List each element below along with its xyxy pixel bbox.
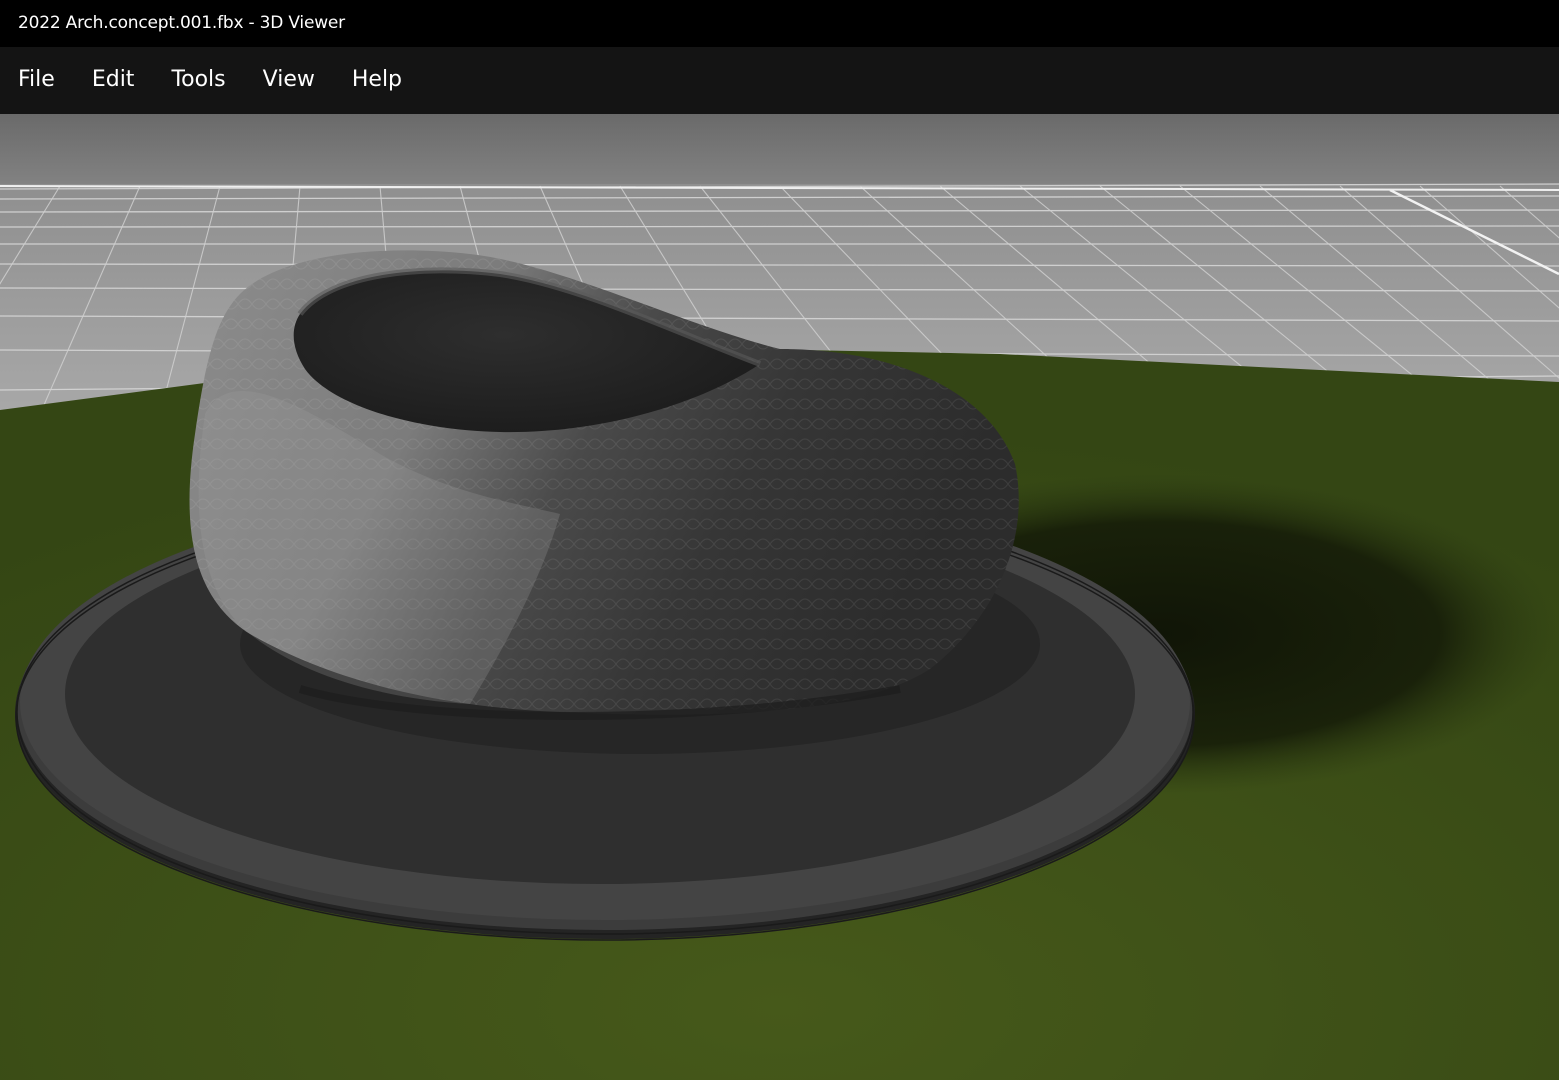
menu-bar: File Edit Tools View Help (0, 47, 1559, 114)
menu-file[interactable]: File (0, 59, 73, 102)
menu-edit[interactable]: Edit (74, 59, 153, 102)
3d-viewport[interactable] (0, 114, 1559, 1080)
menu-tools[interactable]: Tools (153, 59, 243, 102)
menu-view[interactable]: View (245, 59, 333, 102)
menu-help[interactable]: Help (334, 59, 420, 102)
window-title: 2022 Arch.concept.001.fbx - 3D Viewer (18, 12, 345, 33)
sky-background (0, 114, 1559, 194)
title-bar: 2022 Arch.concept.001.fbx - 3D Viewer (0, 0, 1559, 47)
viewport-canvas[interactable] (0, 114, 1559, 1080)
